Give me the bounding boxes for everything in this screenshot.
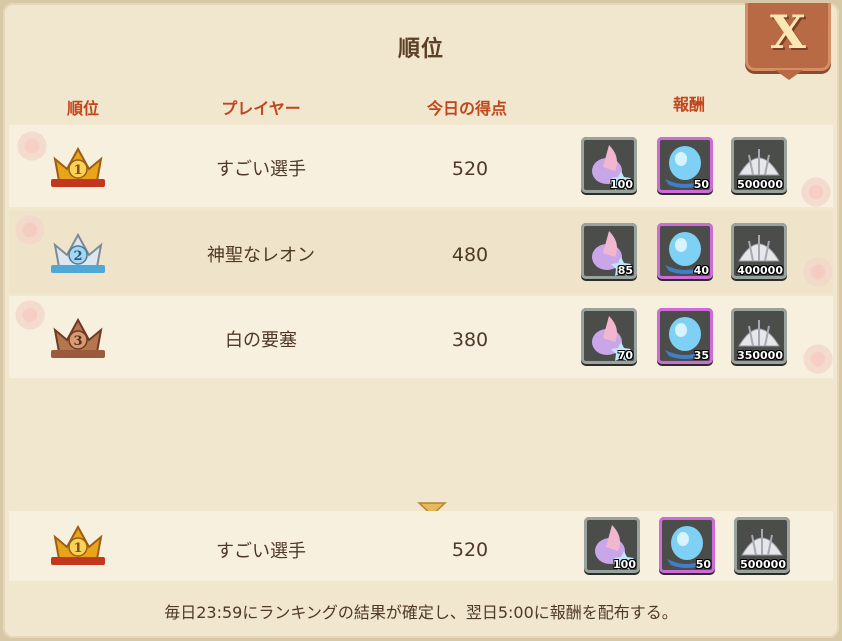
- ranking-panel: 順位 X 順位 プレイヤー 今日の得点 報酬 1 すごい選手 520 100 5…: [3, 3, 839, 638]
- reward-crystal-egg[interactable]: 40: [657, 223, 713, 279]
- reward-pearl-shell[interactable]: 500000: [731, 137, 787, 193]
- gold-crown-icon: 1: [51, 146, 105, 187]
- reward-quantity: 40: [693, 264, 709, 277]
- flower-decoration: [799, 175, 833, 209]
- reward-quantity: 70: [617, 349, 633, 362]
- silver-crown-icon: 2: [51, 232, 105, 273]
- reward-pearl-shell[interactable]: 400000: [731, 223, 787, 279]
- flower-decoration: [13, 298, 47, 332]
- reward-quantity: 350000: [737, 349, 783, 362]
- reward-crystal-egg[interactable]: 35: [657, 308, 713, 364]
- player-name: 神聖なレオン: [207, 245, 315, 266]
- table-row[interactable]: 3 白の要塞 380 70 35 350000: [9, 296, 835, 378]
- flower-decoration: [15, 129, 49, 163]
- reward-crystal-egg[interactable]: 50: [657, 137, 713, 193]
- flower-decoration: [801, 342, 835, 376]
- page-title: 順位: [397, 37, 444, 62]
- score-value: 520: [451, 539, 489, 561]
- flower-decoration: [801, 255, 835, 289]
- rank-number: 2: [73, 249, 82, 264]
- ranking-note: 毎日23:59にランキングの結果が確定し、翌日5:00に報酬を配布する。: [164, 603, 678, 622]
- close-button[interactable]: X: [745, 3, 831, 80]
- reward-quantity: 100: [613, 558, 636, 571]
- reward-shell-star[interactable]: 70: [581, 308, 637, 364]
- reward-shell-star[interactable]: 100: [584, 517, 640, 573]
- score-value: 480: [451, 244, 489, 266]
- score-value: 520: [451, 158, 489, 180]
- player-name: すごい選手: [216, 541, 306, 562]
- gold-crown-icon: 1: [51, 524, 105, 565]
- reward-shell-star[interactable]: 85: [581, 223, 637, 279]
- rank-number: 3: [73, 334, 82, 349]
- rank-number: 1: [73, 163, 82, 178]
- reward-shell-star[interactable]: 100: [581, 137, 637, 193]
- reward-pearl-shell[interactable]: 350000: [731, 308, 787, 364]
- header-reward: 報酬: [672, 95, 706, 114]
- reward-quantity: 35: [693, 349, 709, 362]
- score-value: 380: [451, 329, 489, 351]
- player-name: すごい選手: [216, 159, 306, 180]
- reward-crystal-egg[interactable]: 50: [659, 517, 715, 573]
- player-name: 白の要塞: [225, 330, 297, 351]
- reward-quantity: 50: [693, 178, 709, 191]
- header-score: 今日の得点: [426, 99, 508, 118]
- table-header: 順位 プレイヤー 今日の得点 報酬: [3, 95, 839, 125]
- close-icon: X: [770, 5, 806, 59]
- my-rank-row[interactable]: 1 すごい選手 520 100 50 500000: [9, 511, 833, 581]
- table-row[interactable]: 2 神聖なレオン 480 85 40 400000: [9, 211, 835, 293]
- reward-quantity: 100: [610, 178, 633, 191]
- reward-pearl-shell[interactable]: 500000: [734, 517, 790, 573]
- table-row[interactable]: 1 すごい選手 520 100 50 500000: [9, 125, 833, 209]
- reward-quantity: 85: [617, 264, 633, 277]
- reward-quantity: 500000: [740, 558, 786, 571]
- header-rank: 順位: [66, 99, 100, 118]
- reward-quantity: 500000: [737, 178, 783, 191]
- rank-number: 1: [73, 541, 82, 556]
- reward-quantity: 400000: [737, 264, 783, 277]
- header-player: プレイヤー: [221, 99, 301, 118]
- reward-quantity: 50: [695, 558, 711, 571]
- bronze-crown-icon: 3: [51, 317, 105, 358]
- flower-decoration: [13, 213, 47, 247]
